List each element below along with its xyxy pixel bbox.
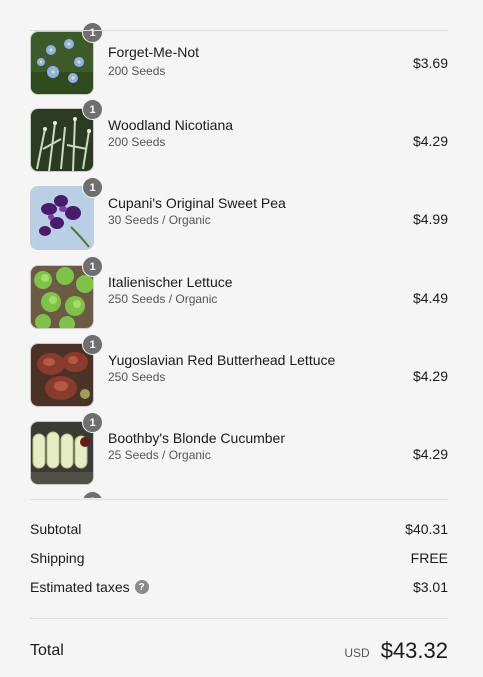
product-thumbnail: 1 (30, 334, 103, 407)
quantity-badge: 1 (82, 412, 103, 433)
product-variant: 250 Seeds / Organic (108, 292, 218, 306)
quantity-badge: 1 (82, 99, 103, 120)
taxes-row: Estimated taxes? $3.01 (30, 579, 448, 595)
top-divider (30, 30, 448, 31)
cucumber-photo (31, 422, 93, 484)
taxes-label: Estimated taxes (30, 579, 130, 595)
summary-divider (30, 499, 448, 500)
product-name: Cupani's Original Sweet Pea (108, 195, 286, 211)
product-name: Forget-Me-Not (108, 44, 200, 60)
product-price: $4.29 (412, 446, 448, 462)
nicotiana-photo (31, 109, 93, 171)
subtotal-label: Subtotal (30, 521, 82, 537)
product-price: $4.49 (412, 290, 448, 306)
product-price: $4.99 (412, 211, 448, 227)
product-price: $4.29 (412, 133, 448, 149)
quantity-badge: 1 (82, 256, 103, 277)
help-icon[interactable]: ? (134, 580, 149, 595)
product-variant: 200 Seeds (108, 64, 166, 78)
currency-code: USD (344, 646, 370, 660)
total-label: Total (30, 642, 64, 659)
quantity-badge: 1 (82, 22, 103, 43)
quantity-badge: 1 (82, 177, 103, 198)
product-thumbnail: 1 (30, 412, 103, 485)
taxes-value: $3.01 (412, 579, 448, 596)
product-name: Boothby's Blonde Cucumber (108, 430, 285, 446)
total-amount: $43.32 (380, 638, 448, 663)
quantity-badge: 1 (82, 334, 103, 355)
red-lettuce-photo (31, 344, 93, 406)
total-row: Total USD $43.32 (30, 636, 448, 666)
line-item: 1 Woodland Nicotiana 200 Seeds $4.29 (30, 99, 448, 174)
line-item: 1 Forget-Me-Not 200 Seeds $3.69 (30, 22, 448, 97)
sweet-pea-photo (31, 187, 93, 249)
product-variant: 25 Seeds / Organic (108, 448, 211, 462)
product-price: $4.29 (412, 368, 448, 384)
subtotal-value: $40.31 (405, 521, 448, 537)
product-variant: 250 Seeds (108, 370, 166, 384)
product-name: Yugoslavian Red Butterhead Lettuce (108, 352, 336, 368)
line-items-list: 1 Forget-Me-Not 200 Seeds $3.69 1 Woodla… (0, 0, 483, 498)
line-item: 1 Yugoslavian Red Butterhead Lettuce 250… (30, 334, 448, 409)
forget-me-not-photo (31, 32, 93, 94)
product-name: Woodland Nicotiana (108, 117, 234, 133)
product-name: Italienischer Lettuce (108, 274, 233, 290)
line-item: 1 Boothby's Blonde Cucumber 25 Seeds / O… (30, 412, 448, 487)
shipping-label: Shipping (30, 550, 85, 566)
line-item: 1 Cupani's Original Sweet Pea 30 Seeds /… (30, 177, 448, 252)
shipping-row: Shipping FREE (30, 550, 448, 566)
total-divider (30, 618, 448, 619)
shipping-value: FREE (410, 550, 448, 566)
subtotal-row: Subtotal $40.31 (30, 521, 448, 537)
product-thumbnail: 1 (30, 22, 103, 95)
product-thumbnail: 1 (30, 177, 103, 250)
product-thumbnail: 1 (30, 99, 103, 172)
lettuce-photo (31, 266, 93, 328)
line-item: 1 Italienischer Lettuce 250 Seeds / Orga… (30, 256, 448, 331)
product-variant: 30 Seeds / Organic (108, 213, 211, 227)
product-price: $3.69 (412, 55, 448, 71)
product-variant: 200 Seeds (108, 135, 166, 149)
quantity-badge: 1 (82, 491, 103, 498)
product-thumbnail: 1 (30, 256, 103, 329)
